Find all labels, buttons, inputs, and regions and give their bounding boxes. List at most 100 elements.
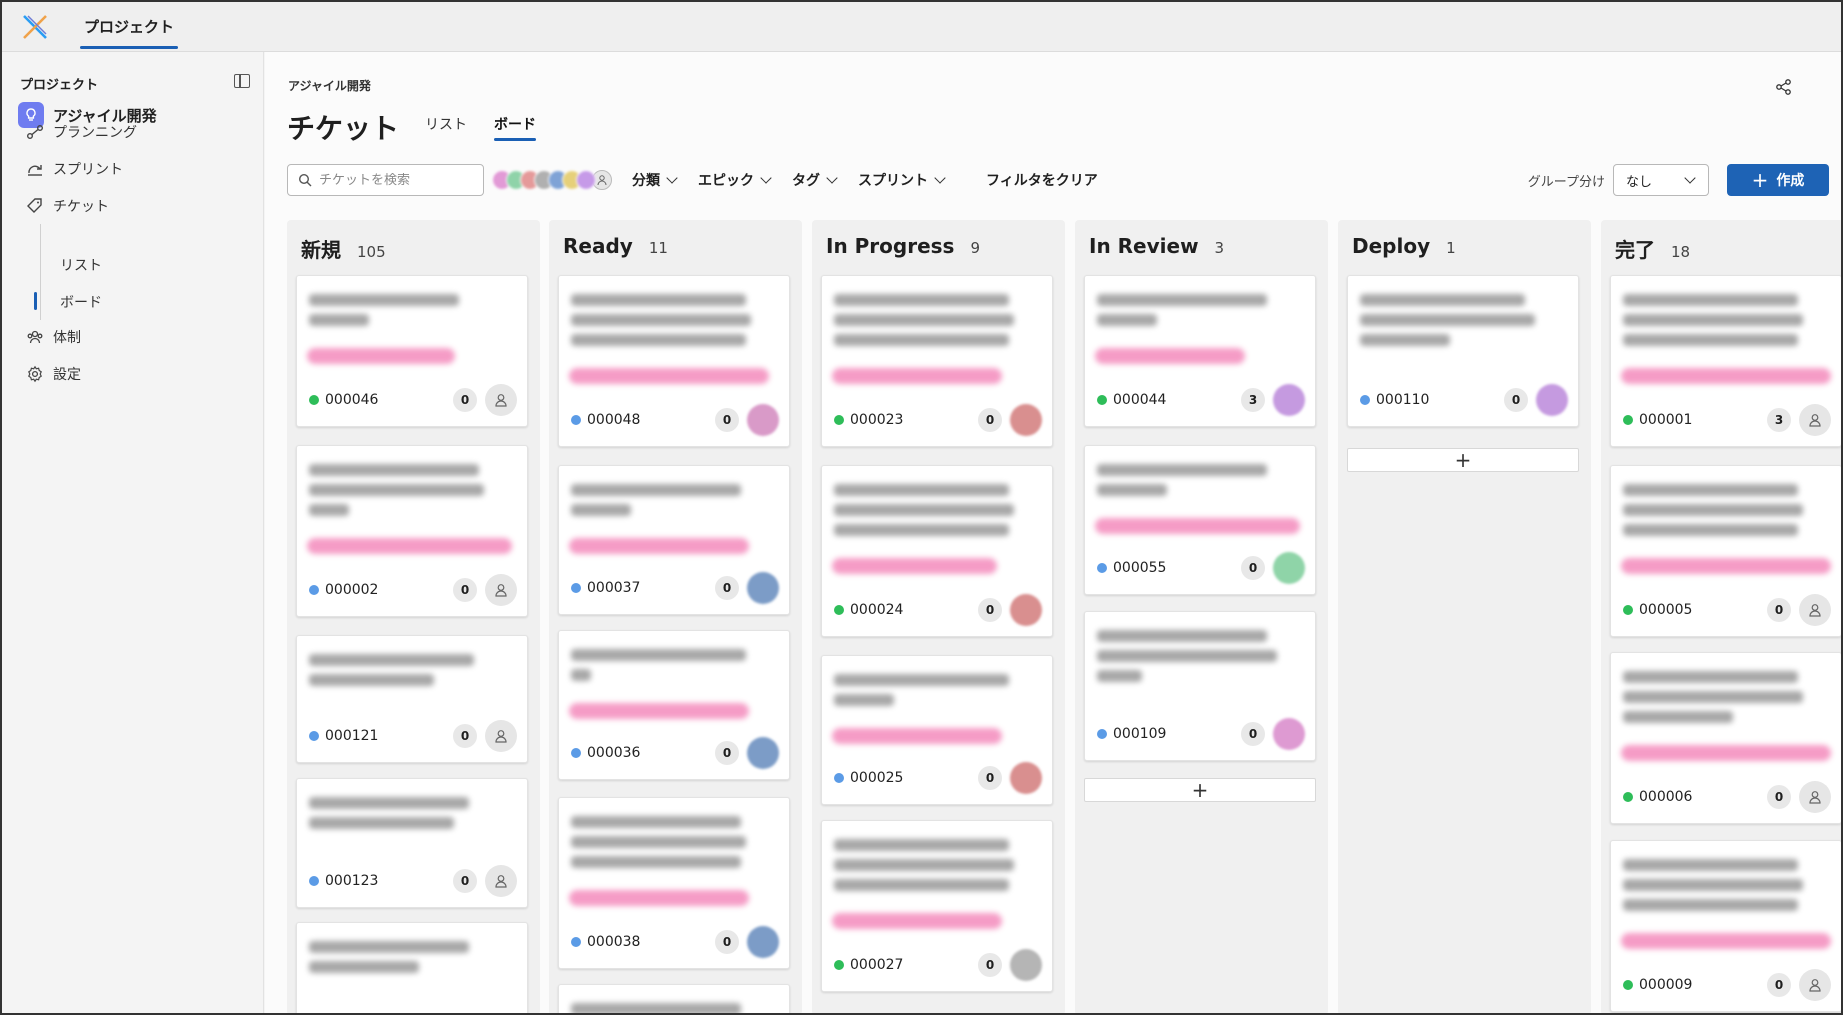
add-card-button[interactable]: + [1347,448,1579,472]
unassigned-avatar-icon[interactable] [1799,781,1831,813]
ticket-card[interactable]: 000036 0 [558,630,790,780]
ticket-id: 000023 [850,412,904,428]
sidebar-item-settings[interactable]: 設定 [26,364,81,384]
card-footer: 000048 0 [571,404,779,436]
assignee-avatar[interactable] [747,404,779,436]
filter-avatars [492,170,612,190]
filter-sprint-dropdown[interactable]: スプリント [858,170,946,190]
assignee-avatar[interactable] [1273,384,1305,416]
sidebar-item-team[interactable]: 体制 [26,327,81,347]
ticket-card[interactable]: 000002 0 [296,445,528,617]
sidebar-item-label: 体制 [53,330,81,346]
card-title-blurred [834,674,1009,686]
assignee-avatar[interactable] [1010,762,1042,794]
ticket-card[interactable]: 000024 0 [821,465,1053,637]
ticket-card[interactable]: 000038 0 [558,797,790,969]
unassigned-avatar-icon[interactable] [485,574,517,606]
search-box[interactable] [287,164,484,196]
card-footer: 000110 0 [1360,384,1568,416]
ticket-card[interactable]: 000123 0 [296,778,528,908]
assignee-avatar[interactable] [1536,384,1568,416]
top-tab-project[interactable]: プロジェクト [80,2,179,52]
filter-tag-dropdown[interactable]: タグ [792,170,838,190]
ticket-card[interactable]: 000027 0 [821,820,1053,992]
assignee-avatar[interactable] [747,926,779,958]
assignee-avatar[interactable] [1273,552,1305,584]
card-title-blurred [834,879,1009,891]
ticket-card[interactable]: 000044 3 [1084,275,1316,427]
sidebar-collapse-icon[interactable] [234,74,250,88]
sidebar-item-sprint[interactable]: スプリント [26,159,123,179]
ticket-card[interactable]: 000037 0 [558,465,790,615]
column-count: 11 [648,239,668,257]
share-icon[interactable] [1775,78,1793,96]
column-header: 完了 18 [1615,234,1690,263]
sprint-icon [28,165,42,176]
filter-epic-dropdown[interactable]: エピック [698,170,772,190]
assignee-avatar[interactable] [1010,594,1042,626]
card-title-blurred [571,669,591,681]
assignee-avatar[interactable] [1010,404,1042,436]
filter-avatar[interactable] [576,170,596,190]
card-tag-blurred [832,558,997,574]
card-title-blurred [1097,484,1167,496]
status-dot [571,583,581,593]
sidebar-subitem-list[interactable]: リスト [60,255,102,275]
comment-count: 0 [978,766,1002,790]
ticket-id: 000046 [325,392,379,408]
ticket-card[interactable]: 000055 0 [1084,445,1316,595]
column-header: In Progress 9 [826,234,980,258]
ticket-card[interactable]: 000046 0 [296,275,528,427]
ticket-card[interactable] [296,922,528,1013]
card-title-blurred [309,464,479,476]
comment-count: 0 [1767,785,1791,809]
status-dot [1097,729,1107,739]
sidebar-item-planning[interactable]: プランニング [26,122,137,142]
tab-board[interactable]: ボード [494,114,536,141]
unassigned-avatar-icon[interactable] [1799,969,1831,1001]
sidebar-subitem-board[interactable]: ボード [60,292,102,312]
ticket-id: 000006 [1639,789,1693,805]
card-tag-blurred [307,538,512,554]
ticket-card[interactable]: 000025 0 [821,655,1053,805]
add-card-button[interactable]: + [1084,778,1316,802]
card-title-blurred [834,524,1009,536]
assignee-avatar[interactable] [1273,718,1305,750]
create-button[interactable]: + 作成 [1727,164,1829,196]
group-by-value: なし [1626,174,1653,190]
unassigned-avatar-icon[interactable] [1799,404,1831,436]
filter-category-dropdown[interactable]: 分類 [632,170,678,190]
unassigned-avatar-icon[interactable] [485,384,517,416]
ticket-id: 000001 [1639,412,1693,428]
card-footer: 000038 0 [571,926,779,958]
ticket-card[interactable]: 000121 0 [296,635,528,763]
group-by-select[interactable]: なし [1613,164,1709,196]
ticket-card[interactable] [558,984,790,1013]
ticket-card[interactable]: 000006 0 [1610,652,1841,824]
status-dot [834,773,844,783]
ticket-card[interactable]: 000048 0 [558,275,790,447]
ticket-card[interactable]: 000001 3 [1610,275,1841,447]
app-logo-icon[interactable] [20,12,50,42]
assignee-avatar[interactable] [747,737,779,769]
ticket-card[interactable]: 000110 0 [1347,275,1579,427]
unassigned-avatar-icon[interactable] [1799,594,1831,626]
ticket-card[interactable]: 000009 0 [1610,840,1841,1012]
ticket-id: 000036 [587,745,641,761]
board-column: Ready 11 000048 0 000037 0 000036 0 0000… [549,220,802,1013]
tab-list[interactable]: リスト [425,114,467,134]
search-input[interactable] [319,172,469,188]
assignee-avatar[interactable] [747,572,779,604]
assignee-avatar[interactable] [1010,949,1042,981]
ticket-card[interactable]: 000109 0 [1084,611,1316,761]
card-title-blurred [1623,524,1798,536]
ticket-card[interactable]: 000023 0 [821,275,1053,447]
unassigned-avatar-icon[interactable] [485,865,517,897]
unassigned-avatar-icon[interactable] [485,720,517,752]
ticket-card[interactable]: 000005 0 [1610,465,1841,637]
chevron-down-icon [666,171,678,184]
breadcrumb[interactable]: アジャイル開発 [288,77,371,94]
sidebar-item-ticket[interactable]: チケット [26,196,109,216]
clear-filter-button[interactable]: フィルタをクリア [986,170,1098,190]
card-title-blurred [571,649,746,661]
